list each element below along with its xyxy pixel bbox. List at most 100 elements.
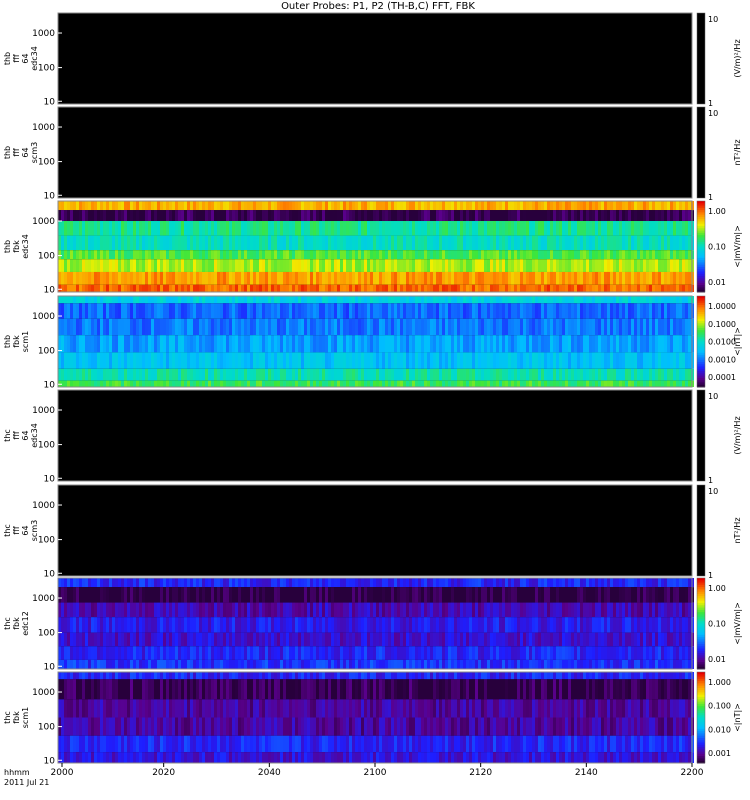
band-cell	[259, 235, 262, 251]
band-cell	[133, 250, 136, 260]
band-cell	[331, 221, 334, 236]
band-cell	[376, 380, 379, 387]
band-cell	[274, 201, 277, 211]
band-cell	[514, 210, 517, 222]
band-cell	[415, 303, 418, 319]
band-cell	[400, 380, 403, 387]
band-cell	[538, 352, 541, 369]
band-cell	[484, 659, 487, 669]
band-cell	[253, 271, 256, 285]
band-cell	[571, 284, 574, 292]
band-cell	[460, 201, 463, 211]
band-cell	[379, 632, 382, 647]
band-cell	[250, 210, 253, 222]
band-cell	[223, 380, 226, 387]
band-cell	[121, 617, 124, 633]
band-cell	[535, 201, 538, 211]
band-cell	[610, 602, 613, 618]
band-cell	[682, 368, 685, 381]
band-cell	[127, 632, 130, 647]
band-cell	[220, 659, 223, 669]
band-cell	[409, 578, 412, 588]
band-cell	[622, 201, 625, 211]
band-cell	[508, 296, 511, 304]
band-cell	[640, 210, 643, 222]
band-cell	[607, 602, 610, 618]
band-cell	[91, 646, 94, 660]
band-cell	[658, 646, 661, 660]
band-cell	[166, 672, 169, 680]
band-cell	[586, 380, 589, 387]
band-cell	[418, 646, 421, 660]
band-cell	[226, 235, 229, 251]
band-cell	[619, 210, 622, 222]
band-cell	[682, 303, 685, 319]
band-cell	[532, 250, 535, 260]
band-cell	[352, 284, 355, 292]
band-cell	[154, 352, 157, 369]
band-cell	[403, 352, 406, 369]
band-cell	[163, 318, 166, 336]
band-cell	[298, 303, 301, 319]
band-cell	[178, 368, 181, 381]
band-cell	[616, 259, 619, 272]
band-cell	[115, 271, 118, 285]
band-cell	[412, 235, 415, 251]
band-cell	[295, 632, 298, 647]
band-cell	[448, 578, 451, 588]
band-cell	[457, 221, 460, 236]
band-cell	[280, 271, 283, 285]
band-cell	[115, 578, 118, 588]
band-cell	[403, 646, 406, 660]
band-cell	[85, 250, 88, 260]
band-cell	[460, 318, 463, 336]
band-cell	[499, 380, 502, 387]
band-cell	[550, 284, 553, 292]
band-cell	[100, 602, 103, 618]
band-cell	[604, 221, 607, 236]
band-cell	[142, 380, 145, 387]
band-cell	[514, 352, 517, 369]
band-cell	[457, 318, 460, 336]
band-cell	[664, 259, 667, 272]
band-cell	[583, 221, 586, 236]
band-cell	[328, 210, 331, 222]
band-cell	[181, 201, 184, 211]
band-cell	[415, 578, 418, 588]
band-cell	[361, 250, 364, 260]
band-cell	[580, 303, 583, 319]
band-cell	[274, 659, 277, 669]
band-cell	[94, 352, 97, 369]
band-cell	[163, 271, 166, 285]
band-cell	[133, 380, 136, 387]
band-cell	[91, 284, 94, 292]
band-cell	[499, 259, 502, 272]
band-cell	[682, 221, 685, 236]
band-cell	[439, 303, 442, 319]
band-cell	[430, 578, 433, 588]
band-cell	[622, 221, 625, 236]
band-cell	[505, 352, 508, 369]
band-cell	[181, 587, 184, 603]
band-cell	[202, 296, 205, 304]
band-cell	[664, 335, 667, 353]
band-cell	[340, 646, 343, 660]
band-cell	[229, 587, 232, 603]
band-cell	[532, 259, 535, 272]
band-cell	[571, 335, 574, 353]
band-6	[58, 271, 694, 285]
band-cell	[274, 259, 277, 272]
band-cell	[565, 303, 568, 319]
band-cell	[142, 578, 145, 588]
band-cell	[544, 221, 547, 236]
colorbar-label: nT²/Hz	[733, 139, 742, 165]
band-cell	[568, 250, 571, 260]
band-cell	[82, 578, 85, 588]
band-cell	[517, 250, 520, 260]
band-cell	[550, 368, 553, 381]
band-cell	[574, 259, 577, 272]
band-cell	[490, 617, 493, 633]
band-cell	[106, 352, 109, 369]
band-cell	[235, 380, 238, 387]
band-cell	[484, 235, 487, 251]
